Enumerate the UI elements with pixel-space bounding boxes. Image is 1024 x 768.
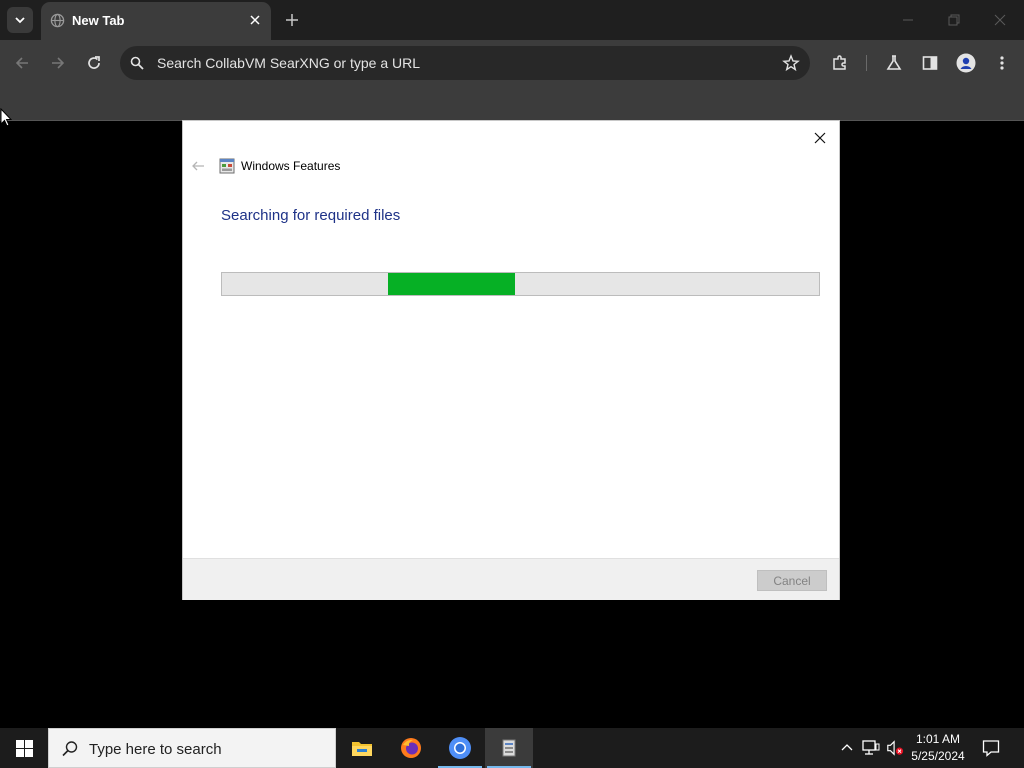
volume-tray-button[interactable]: [886, 739, 904, 757]
network-tray-button[interactable]: [862, 739, 880, 757]
chromium-icon: [449, 737, 471, 759]
network-icon: [862, 740, 880, 755]
browser-tab[interactable]: New Tab: [41, 2, 271, 40]
bookmark-star-icon[interactable]: [782, 54, 800, 72]
profile-button[interactable]: [955, 52, 977, 74]
volume-muted-icon: [887, 740, 904, 756]
start-button[interactable]: [0, 728, 48, 768]
windows-features-icon: [219, 158, 235, 174]
menu-button[interactable]: [991, 52, 1013, 74]
tab-search-button[interactable]: [7, 7, 33, 33]
notification-icon: [982, 740, 1000, 757]
browser-tab-strip: New Tab: [0, 0, 1024, 40]
back-button[interactable]: [10, 51, 34, 75]
windows-features-dialog: Windows Features Searching for required …: [182, 120, 840, 600]
reload-icon: [88, 56, 100, 69]
restore-button[interactable]: [940, 6, 968, 34]
bookmarks-bar: [0, 86, 1024, 121]
address-bar[interactable]: Search CollabVM SearXNG or type a URL: [120, 46, 810, 80]
tab-close-button[interactable]: [246, 11, 264, 29]
dialog-footer: Cancel: [183, 558, 839, 600]
address-bar-placeholder: Search CollabVM SearXNG or type a URL: [157, 55, 420, 71]
search-icon: [62, 741, 78, 757]
more-vertical-icon: [1000, 56, 1004, 70]
forward-button[interactable]: [46, 51, 70, 75]
taskbar-app-firefox[interactable]: [387, 728, 435, 768]
show-hidden-icons-button[interactable]: [838, 739, 856, 757]
taskbar-app-file-explorer[interactable]: [338, 728, 386, 768]
browser-toolbar: Search CollabVM SearXNG or type a URL: [0, 40, 1024, 86]
progress-bar: [221, 272, 820, 296]
side-panel-icon: [922, 56, 938, 70]
arrow-right-icon: [52, 57, 65, 69]
avatar-icon: [956, 53, 976, 73]
extensions-button[interactable]: [829, 52, 851, 74]
restore-icon: [948, 14, 960, 26]
toolbar-separator: [866, 55, 867, 71]
cancel-button[interactable]: Cancel: [757, 570, 827, 591]
search-icon: [130, 56, 144, 70]
progress-bar-fill: [388, 273, 515, 295]
plus-icon: [286, 14, 298, 26]
close-icon: [250, 15, 260, 25]
puzzle-icon: [833, 55, 846, 70]
globe-icon: [50, 13, 65, 28]
close-icon: [994, 14, 1006, 26]
folder-icon: [352, 742, 372, 756]
chevron-down-icon: [15, 17, 25, 24]
dialog-title: Windows Features: [241, 159, 341, 173]
arrow-left-icon: [15, 57, 28, 69]
side-panel-button[interactable]: [919, 52, 941, 74]
chevron-up-icon: [841, 744, 853, 751]
labs-button[interactable]: [883, 52, 905, 74]
dialog-close-button[interactable]: [809, 127, 831, 149]
taskbar-app-windows-features[interactable]: [485, 728, 533, 768]
tab-title: New Tab: [72, 13, 125, 28]
taskbar-search-box[interactable]: Type here to search: [48, 728, 336, 768]
taskbar-app-chromium[interactable]: [436, 728, 484, 768]
close-icon: [814, 132, 826, 144]
new-tab-button[interactable]: [282, 10, 302, 30]
window-close-button[interactable]: [986, 6, 1014, 34]
notification-center-button[interactable]: [980, 738, 1002, 758]
taskbar: Type here to search 1:01 AM 5/25/2024: [0, 728, 1024, 768]
flask-icon: [886, 55, 902, 70]
minimize-icon: [903, 19, 913, 21]
minimize-button[interactable]: [894, 6, 922, 34]
firefox-icon: [401, 738, 421, 758]
windows-features-icon: [502, 739, 516, 757]
dialog-heading: Searching for required files: [221, 207, 401, 224]
back-arrow-icon[interactable]: [191, 159, 205, 173]
mouse-pointer-icon: [0, 108, 12, 127]
clock-time: 1:01 AM: [915, 732, 961, 746]
clock-date: 5/25/2024: [911, 749, 965, 763]
taskbar-search-placeholder: Type here to search: [89, 741, 222, 758]
windows-logo-icon: [15, 739, 33, 757]
taskbar-clock[interactable]: 1:01 AM 5/25/2024: [905, 731, 971, 765]
reload-button[interactable]: [82, 51, 106, 75]
